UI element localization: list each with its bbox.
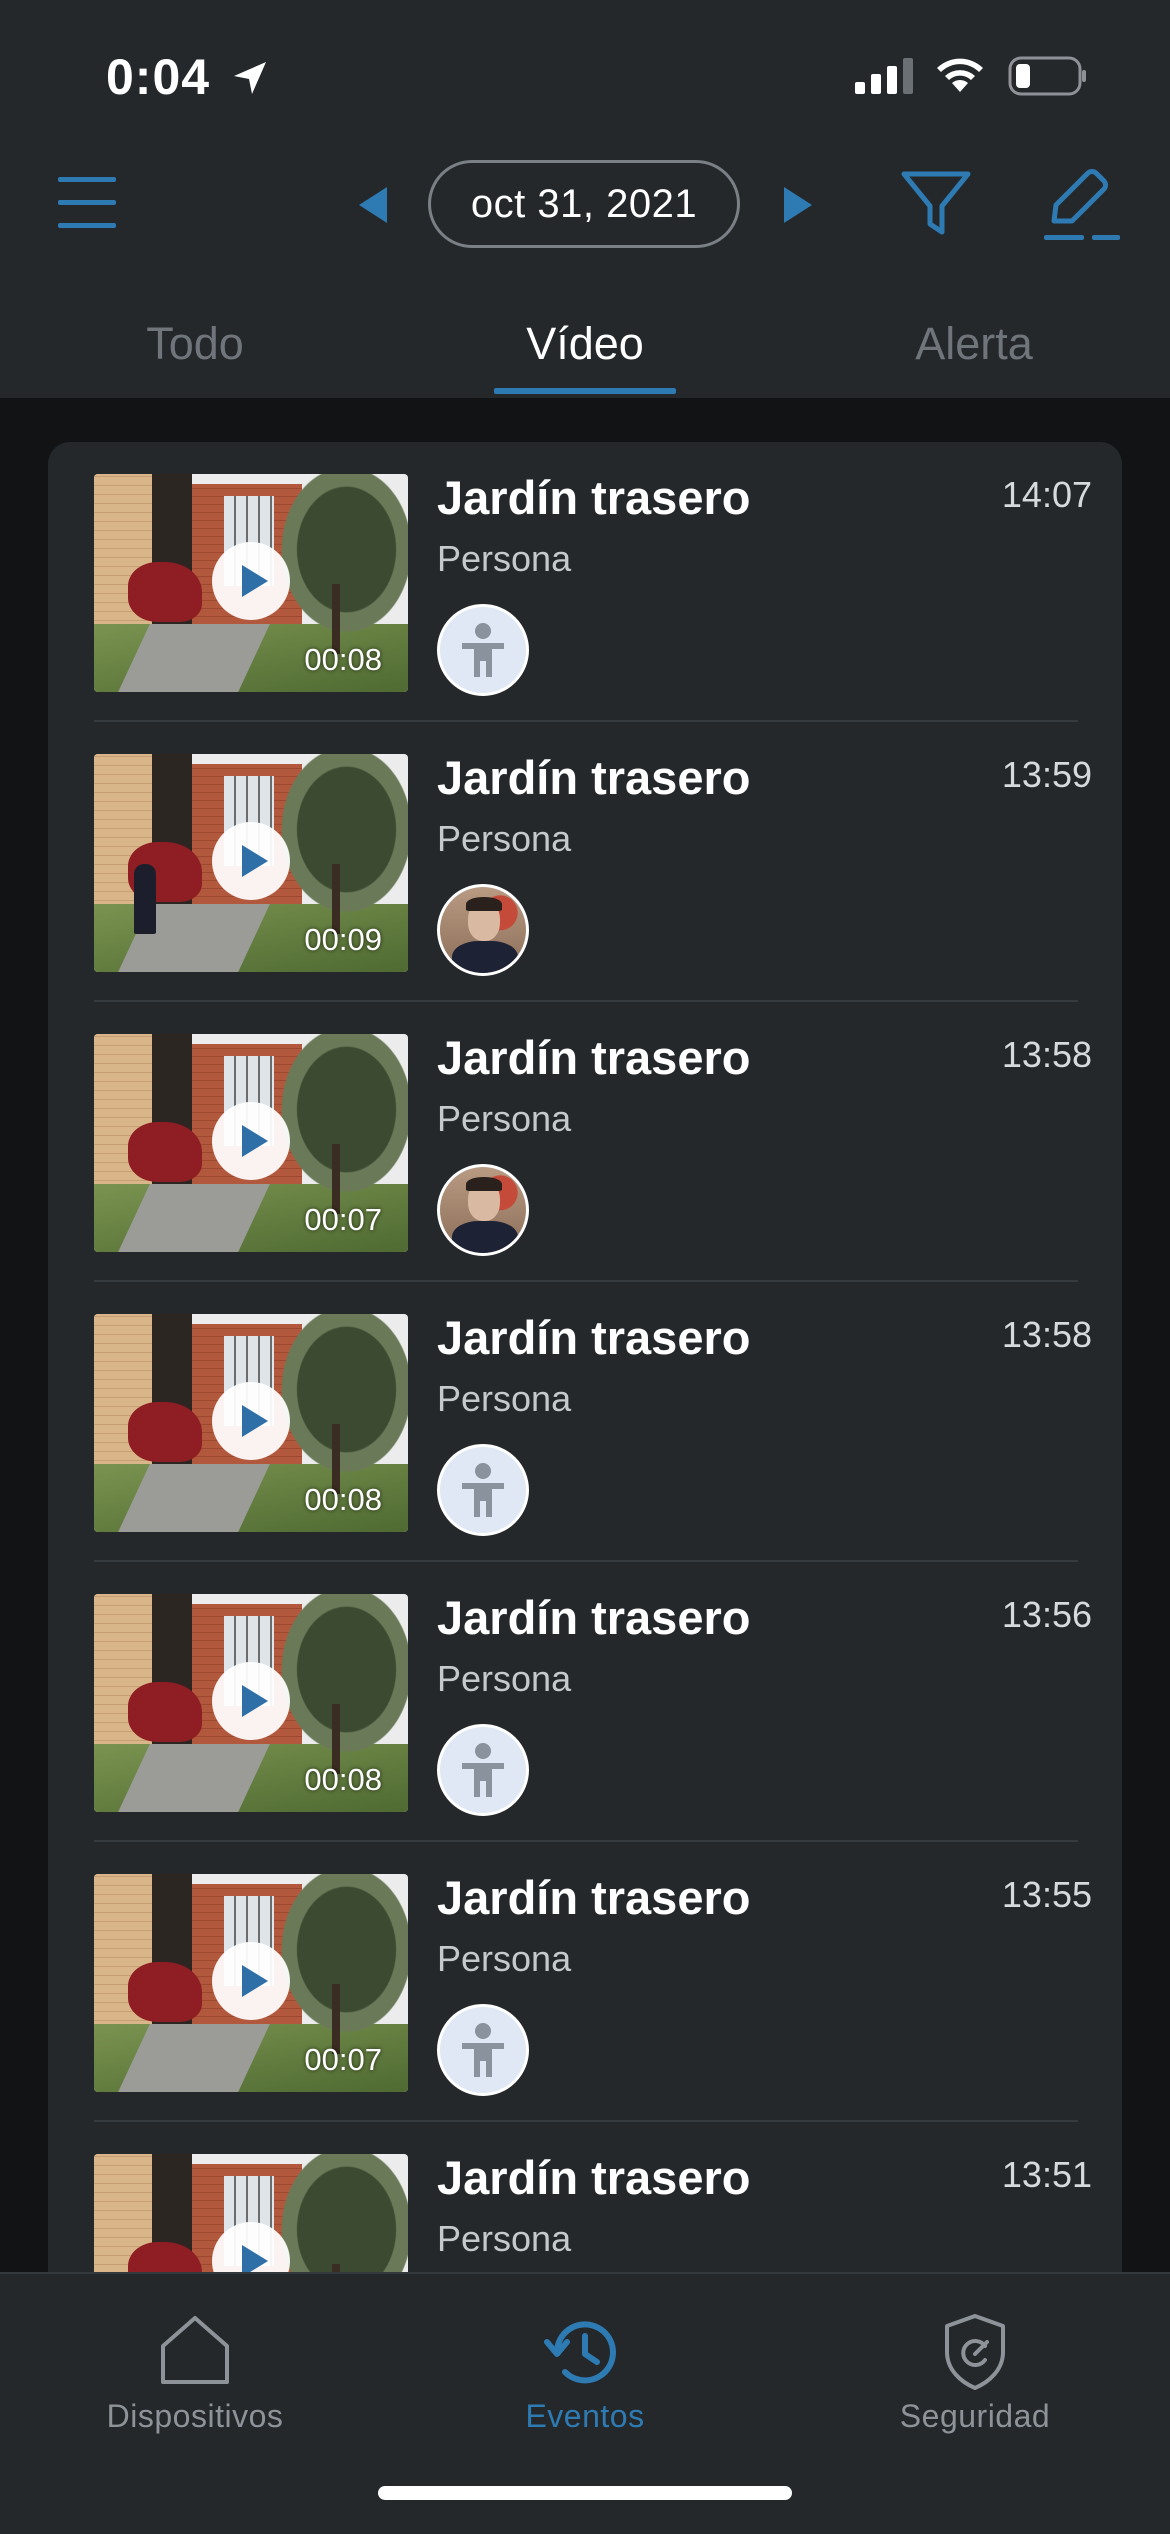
event-title: Jardín trasero (437, 1031, 751, 1084)
date-selector[interactable]: oct 31, 2021 (428, 160, 740, 248)
event-time: 13:55 (1001, 1874, 1092, 1915)
event-time: 13:59 (1001, 754, 1092, 795)
person-icon (437, 604, 529, 696)
event-row[interactable]: 00:08 Jardín trasero Persona 13:58 (48, 1282, 1122, 1562)
menu-icon[interactable] (58, 175, 120, 231)
event-type: Persona (437, 1658, 572, 1699)
history-clock-icon (544, 2321, 616, 2384)
active-tab-indicator (494, 388, 676, 394)
nav-dispositivos[interactable]: Dispositivos (45, 2274, 345, 2474)
event-time: 13:58 (1001, 1314, 1092, 1355)
person-icon (437, 2004, 529, 2096)
event-time: 14:07 (1001, 474, 1092, 515)
nav-label: Dispositivos (106, 2398, 284, 2434)
status-time: 0:04 (106, 49, 211, 105)
filter-icon[interactable] (900, 168, 972, 240)
nav-label: Seguridad (899, 2398, 1051, 2434)
event-time: 13:51 (1001, 2154, 1092, 2195)
event-row[interactable]: 00:07 Jardín trasero Persona 13:58 (48, 1002, 1122, 1282)
edit-icon[interactable] (1040, 165, 1124, 245)
video-thumbnail[interactable]: 00:07 (94, 1034, 408, 1252)
video-duration: 00:07 (304, 1202, 382, 1237)
event-row[interactable]: 00:09 Jardín trasero Persona 13:59 (48, 722, 1122, 1002)
person-icon (437, 1444, 529, 1536)
event-type: Persona (437, 538, 572, 579)
event-type: Persona (437, 818, 572, 859)
tab-todo[interactable]: Todo (146, 318, 244, 370)
play-icon[interactable] (212, 1382, 290, 1460)
previous-date-icon[interactable] (355, 185, 391, 225)
event-title: Jardín trasero (437, 1591, 751, 1644)
event-type: Persona (437, 1378, 572, 1419)
person-icon (437, 1724, 529, 1816)
cellular-signal-icon (855, 58, 913, 94)
video-thumbnail[interactable]: 00:08 (94, 1594, 408, 1812)
home-indicator[interactable] (378, 2486, 792, 2500)
house-icon (161, 2316, 229, 2384)
event-row[interactable]: Jardín trasero Persona 13:51 (48, 2122, 1122, 2282)
video-thumbnail[interactable]: 00:08 (94, 474, 408, 692)
event-type: Persona (437, 1938, 572, 1979)
video-duration: 00:08 (304, 642, 382, 677)
tab-video[interactable]: Vídeo (526, 318, 644, 370)
event-type: Persona (437, 1098, 572, 1139)
event-title: Jardín trasero (437, 1871, 751, 1924)
app-header: 0:04 oct 31, 2021 Todo Vídeo Alerta (0, 0, 1170, 398)
video-thumbnail[interactable]: 00:08 (94, 1314, 408, 1532)
event-row[interactable]: 00:08 Jardín trasero Persona 13:56 (48, 1562, 1122, 1842)
event-title: Jardín trasero (437, 1311, 751, 1364)
event-list[interactable]: 00:08 Jardín trasero Persona 14:07 00:09… (48, 442, 1122, 2282)
video-duration: 00:08 (304, 1482, 382, 1517)
event-row[interactable]: 00:08 Jardín trasero Persona 14:07 (48, 442, 1122, 722)
video-duration: 00:07 (304, 2042, 382, 2077)
video-thumbnail[interactable]: 00:09 (94, 754, 408, 972)
event-title: Jardín trasero (437, 751, 751, 804)
nav-seguridad[interactable]: Seguridad (825, 2274, 1125, 2474)
play-icon[interactable] (212, 822, 290, 900)
event-title: Jardín trasero (437, 2151, 751, 2204)
video-thumbnail[interactable]: 00:07 (94, 1874, 408, 2092)
video-duration: 00:09 (304, 922, 382, 957)
nav-eventos[interactable]: Eventos (435, 2274, 735, 2474)
tab-alerta[interactable]: Alerta (915, 318, 1033, 370)
video-thumbnail[interactable] (94, 2154, 408, 2282)
next-date-icon[interactable] (780, 185, 816, 225)
face-snapshot (437, 884, 529, 976)
face-snapshot (437, 1164, 529, 1256)
video-duration: 00:08 (304, 1762, 382, 1797)
play-icon[interactable] (212, 1102, 290, 1180)
event-time: 13:58 (1001, 1034, 1092, 1075)
wifi-icon (937, 58, 983, 92)
shield-icon (945, 2314, 1005, 2390)
nav-label: Eventos (525, 2398, 645, 2434)
event-time: 13:56 (1001, 1594, 1092, 1635)
play-icon[interactable] (212, 1662, 290, 1740)
play-icon[interactable] (212, 542, 290, 620)
event-title: Jardín trasero (437, 471, 751, 524)
play-icon[interactable] (212, 1942, 290, 2020)
event-type: Persona (437, 2218, 572, 2259)
battery-icon (1008, 56, 1086, 96)
location-arrow-icon (234, 62, 266, 94)
event-row[interactable]: 00:07 Jardín trasero Persona 13:55 (48, 1842, 1122, 2122)
